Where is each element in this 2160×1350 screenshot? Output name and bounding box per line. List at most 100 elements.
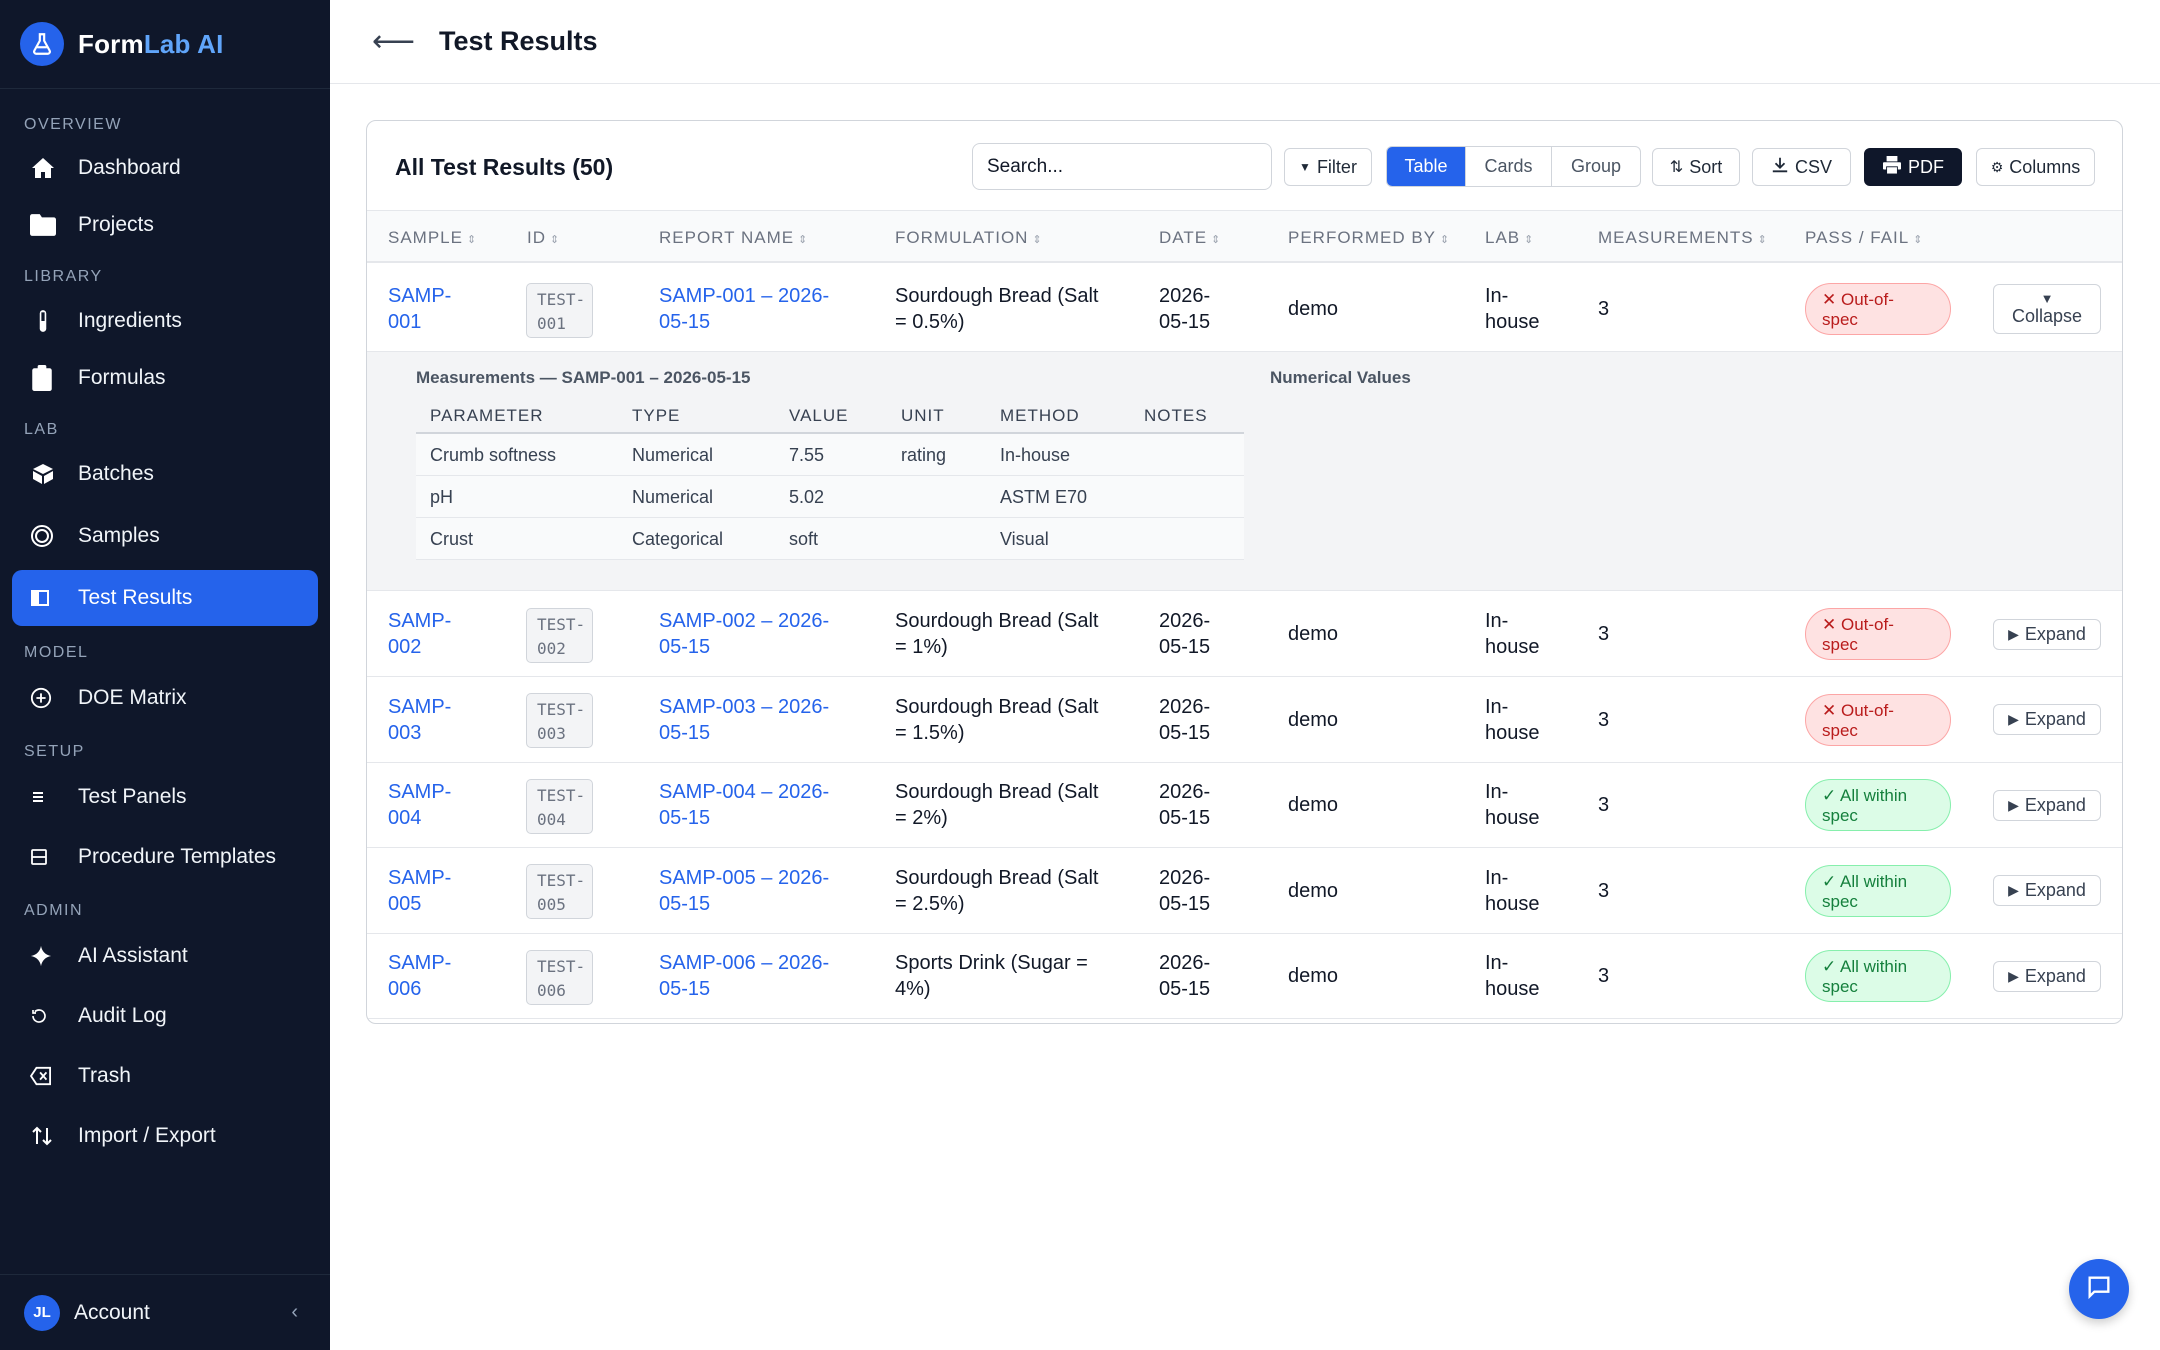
sidebar-item-label: Audit Log <box>78 1004 167 1027</box>
csv-label: CSV <box>1794 156 1832 177</box>
measurements-title: Measurements — SAMP-001 – 2026-05-15 <box>416 368 751 387</box>
play-icon: ▶ <box>2008 626 2019 642</box>
formulation-cell: Sourdough Bread (Salt = 0.5%) <box>895 285 1099 333</box>
sort-icon: ⇅ <box>1669 159 1684 176</box>
measurement-row: pH Numerical 5.02 ASTM E70 <box>416 476 1244 518</box>
sidebar-item-dashboard[interactable]: Dashboard <box>12 140 318 196</box>
sort-icon: ⇕ <box>1524 234 1535 246</box>
sidebar-item-doe-matrix[interactable]: DOE Matrix <box>12 670 318 726</box>
table-row[interactable]: SAMP- 002 TEST- 002 SAMP-002 – 2026- 05-15 … <box>367 592 2122 677</box>
back-arrow-icon[interactable]: ⟵ <box>372 24 415 59</box>
sidebar-item-trash[interactable]: Trash <box>12 1048 318 1104</box>
section-admin: ADMIN <box>24 902 84 919</box>
printer-icon <box>1882 155 1902 179</box>
sample-link[interactable]: SAMP- 006 <box>388 950 451 1002</box>
download-icon <box>1771 156 1789 179</box>
mcol-unit: UNIT <box>901 406 945 425</box>
lab-cell: In-house <box>1485 285 1540 333</box>
filter-button[interactable]: ▼ Filter <box>1284 148 1372 186</box>
report-link[interactable]: SAMP-003 – 2026- 05-15 <box>659 694 829 746</box>
column-measurements[interactable]: MEASUREMENTS ⇕ <box>1598 228 1768 248</box>
column-formulation[interactable]: FORMULATION ⇕ <box>895 228 1043 248</box>
sort-icon: ⇕ <box>1440 234 1451 246</box>
date-cell: 2026- 05-15 <box>1159 696 1211 744</box>
sidebar-item-ingredients[interactable]: Ingredients <box>12 293 318 349</box>
table-row[interactable]: SAMP- 006 TEST- 006 SAMP-006 – 2026- 05-15 … <box>367 934 2122 1019</box>
report-link[interactable]: SAMP-006 – 2026- 05-15 <box>659 950 829 1002</box>
x-icon: ✕ <box>1822 290 1841 309</box>
sidebar-item-label: Projects <box>78 213 154 236</box>
sample-link[interactable]: SAMP- 004 <box>388 779 451 831</box>
page-header: ⟵ Test Results <box>330 0 2160 84</box>
expand-button[interactable]: ▶ Expand <box>1993 619 2101 650</box>
sidebar-item-procedure-templates[interactable]: Procedure Templates <box>12 829 318 885</box>
column-sample[interactable]: SAMPLE ⇕ <box>388 228 477 248</box>
lab-cell: In-house <box>1485 781 1540 829</box>
brand[interactable]: FormLab AI <box>0 0 330 89</box>
column-report-name[interactable]: REPORT NAME ⇕ <box>659 228 808 248</box>
sidebar-item-formulas[interactable]: Formulas <box>12 350 318 406</box>
expand-label: Expand <box>2024 709 2086 729</box>
column-id[interactable]: ID ⇕ <box>527 228 560 248</box>
table-row[interactable]: SAMP- 005 TEST- 005 SAMP-005 – 2026- 05-15 … <box>367 848 2122 934</box>
status-badge: ✓ All within spec <box>1805 865 1951 917</box>
sample-link[interactable]: SAMP- 002 <box>388 608 451 660</box>
sidebar-item-batches[interactable]: Batches <box>12 446 318 502</box>
report-link[interactable]: SAMP-005 – 2026- 05-15 <box>659 865 829 917</box>
formulation-cell: Sourdough Bread (Salt = 2.5%) <box>895 867 1099 915</box>
numerical-values-title: Numerical Values <box>1270 368 1411 387</box>
date-cell: 2026- 05-15 <box>1159 867 1211 915</box>
view-group-button[interactable]: Group <box>1552 147 1640 186</box>
pdf-button[interactable]: PDF <box>1864 148 1962 186</box>
box-icon <box>30 462 78 486</box>
measurements-cell: 3 <box>1598 880 1610 902</box>
sidebar-item-import-export[interactable]: Import / Export <box>12 1108 318 1164</box>
type-cell: Numerical <box>632 487 714 507</box>
status-badge: ✓ All within spec <box>1805 950 1951 1002</box>
sidebar-item-test-panels[interactable]: Test Panels <box>12 769 318 825</box>
sidebar-item-projects[interactable]: Projects <box>12 197 318 253</box>
method-cell: In-house <box>1000 445 1071 465</box>
sidebar-item-test-results[interactable]: Test Results <box>12 570 318 626</box>
section-model: MODEL <box>24 644 89 661</box>
sample-link[interactable]: SAMP- 005 <box>388 865 451 917</box>
chevron-left-icon[interactable]: ‹ <box>291 1301 298 1324</box>
sort-icon: ⇕ <box>466 234 478 246</box>
sample-link[interactable]: SAMP- 003 <box>388 694 451 746</box>
clipboard-icon <box>30 365 78 391</box>
page-title: Test Results <box>439 26 598 56</box>
column-pass-fail[interactable]: PASS / FAIL ⇕ <box>1805 228 1923 248</box>
table-row[interactable]: SAMP- 003 TEST- 003 SAMP-003 – 2026- 05-15 … <box>367 677 2122 763</box>
account-menu[interactable]: JL Account ‹ <box>0 1274 330 1350</box>
report-link[interactable]: SAMP-004 – 2026- 05-15 <box>659 779 829 831</box>
expand-button[interactable]: ▶ Expand <box>1993 961 2101 992</box>
mcol-method: METHOD <box>1000 406 1080 425</box>
csv-button[interactable]: CSV <box>1752 148 1851 186</box>
column-performed-by[interactable]: PERFORMED BY ⇕ <box>1288 228 1450 248</box>
view-cards-button[interactable]: Cards <box>1466 147 1552 186</box>
collapse-button[interactable]: ▼ Collapse <box>1993 284 2101 334</box>
columns-button[interactable]: ⚙ Columns <box>1976 148 2095 186</box>
column-date[interactable]: DATE ⇕ <box>1159 228 1221 248</box>
report-link[interactable]: SAMP-001 – 2026- 05-15 <box>659 283 829 335</box>
view-table-button[interactable]: Table <box>1387 147 1466 186</box>
report-link[interactable]: SAMP-002 – 2026- 05-15 <box>659 608 829 660</box>
sidebar-item-label: Test Panels <box>78 785 187 808</box>
chat-button[interactable] <box>2069 1259 2129 1319</box>
sidebar-item-samples[interactable]: Samples <box>12 508 318 564</box>
sidebar-item-audit-log[interactable]: Audit Log <box>12 988 318 1044</box>
table-row[interactable]: SAMP- 001 TEST- 001 SAMP-001 – 2026- 05-15 … <box>367 265 2122 352</box>
expand-button[interactable]: ▶ Expand <box>1993 875 2101 906</box>
column-lab[interactable]: LAB ⇕ <box>1485 228 1534 248</box>
sort-button[interactable]: ⇅ Sort <box>1652 148 1740 186</box>
play-icon: ▶ <box>2008 968 2019 984</box>
sample-link[interactable]: SAMP- 001 <box>388 283 451 335</box>
sort-label: Sort <box>1689 156 1723 177</box>
table-row[interactable]: SAMP- 004 TEST- 004 SAMP-004 – 2026- 05-15 … <box>367 763 2122 848</box>
sidebar: FormLab AI OVERVIEW Dashboard Projects L… <box>0 0 330 1350</box>
expand-button[interactable]: ▶ Expand <box>1993 790 2101 821</box>
lab-cell: In-house <box>1485 867 1540 915</box>
search-input[interactable] <box>972 143 1272 190</box>
sidebar-item-ai-assistant[interactable]: AI Assistant <box>12 928 318 984</box>
expand-button[interactable]: ▶ Expand <box>1993 704 2101 735</box>
